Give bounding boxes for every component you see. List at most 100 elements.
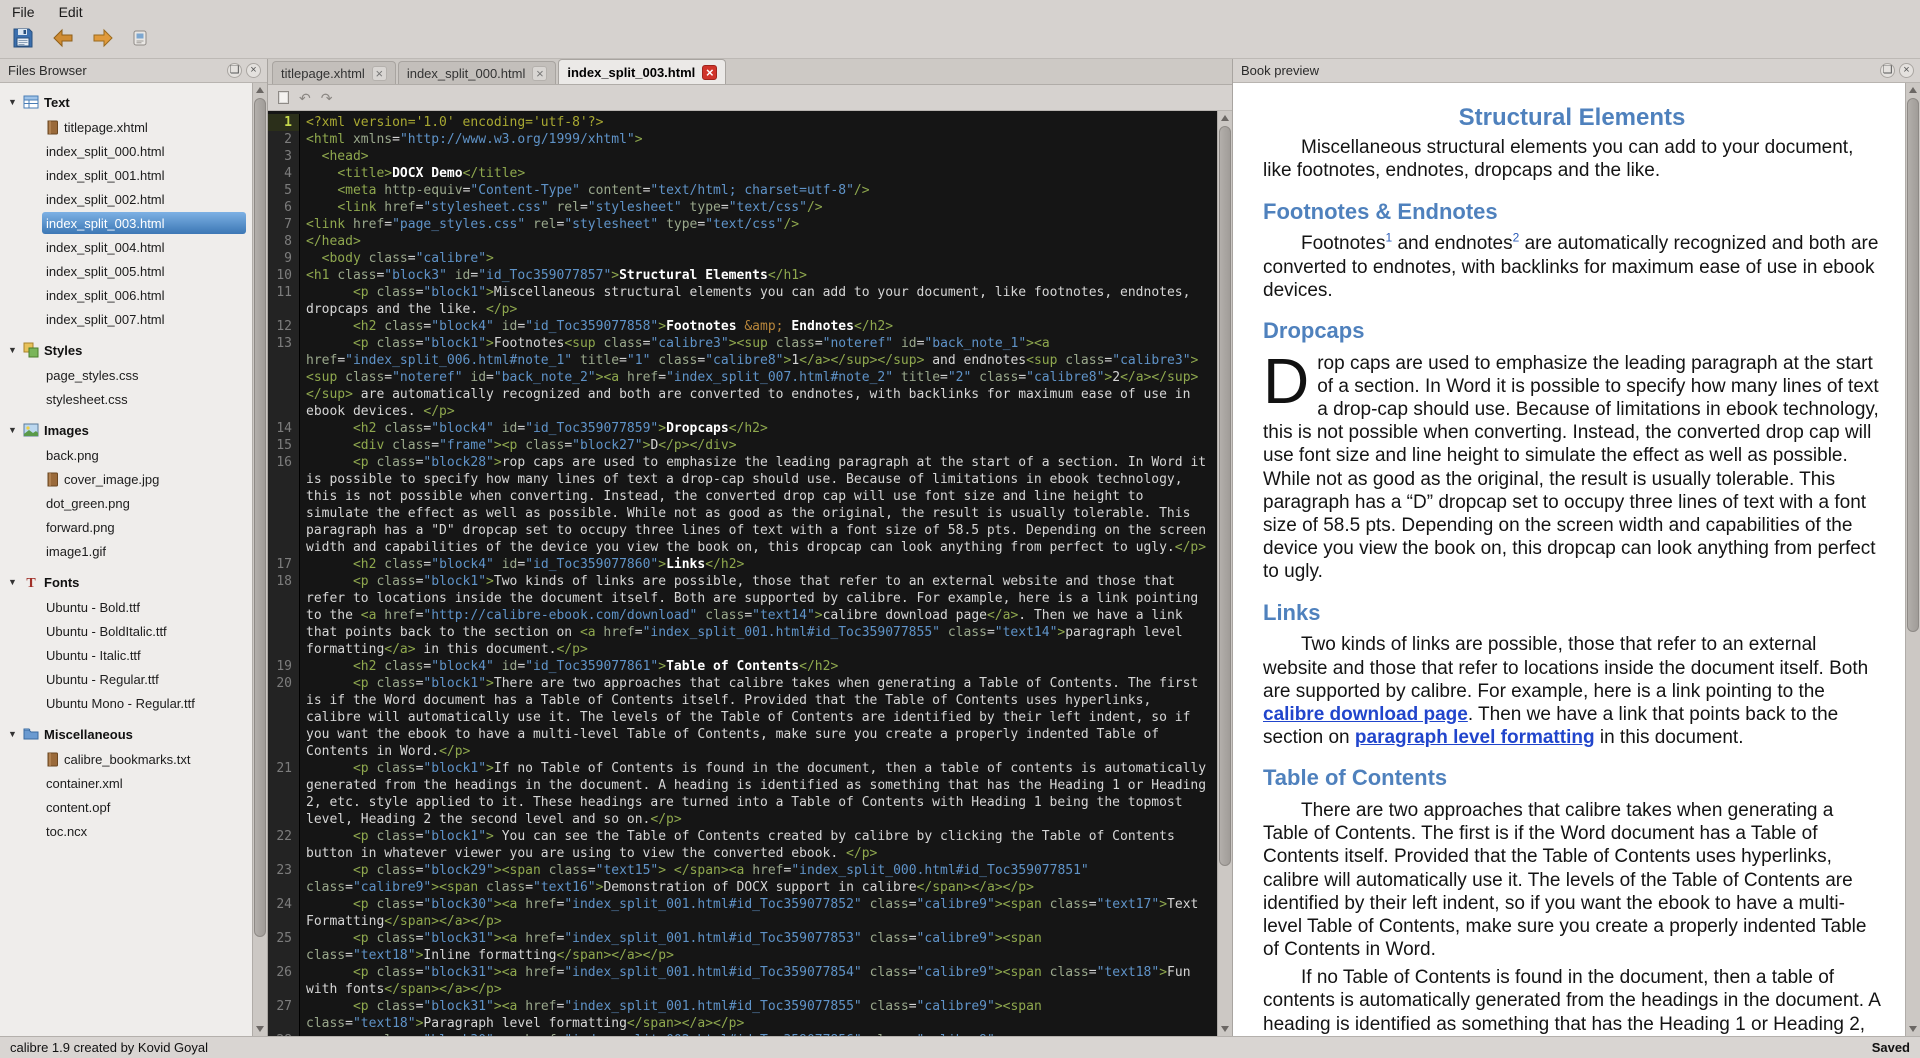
file-item-forward-png[interactable]: forward.png: [0, 515, 252, 539]
expand-arrow-icon[interactable]: ▼: [8, 97, 18, 107]
svg-text:T: T: [26, 576, 36, 590]
file-section-miscellaneous[interactable]: ▼ Miscellaneous: [0, 721, 252, 747]
line-number: 9: [268, 250, 300, 267]
file-item-index-split-006-html[interactable]: index_split_006.html: [0, 283, 252, 307]
code-line: 21 <p class="block1">If no Table of Cont…: [268, 760, 1217, 828]
images-section-icon: [23, 423, 39, 437]
file-item-index-split-003-html[interactable]: index_split_003.html: [0, 211, 252, 235]
file-item-ubuntu-bolditalic-ttf[interactable]: Ubuntu - BoldItalic.ttf: [0, 619, 252, 643]
file-item-content-opf[interactable]: content.opf: [0, 795, 252, 819]
redo-button[interactable]: [88, 24, 118, 52]
files-browser-panel: Files Browser ❏ × ▼ Text titlepage.xhtml in…: [0, 59, 268, 1036]
preview-heading-footnotes: Footnotes & Endnotes: [1263, 198, 1498, 224]
file-section-fonts[interactable]: ▼ T Fonts: [0, 569, 252, 595]
code-line: 18 <p class="block1">Two kinds of links …: [268, 573, 1217, 658]
menu-edit[interactable]: Edit: [59, 4, 83, 20]
tab-index-split-003-html[interactable]: index_split_003.html ×: [558, 59, 727, 84]
code-line: 15 <div class="frame"><p class="block27"…: [268, 437, 1217, 454]
file-item-index-split-004-html[interactable]: index_split_004.html: [0, 235, 252, 259]
editor-scrollbar[interactable]: [1217, 111, 1232, 1036]
scroll-down-icon[interactable]: [1218, 1022, 1232, 1036]
code-line: 24 <p class="block30"><a href="index_spl…: [268, 896, 1217, 930]
bookmark-icon[interactable]: [278, 91, 289, 104]
menu-file[interactable]: File: [12, 4, 35, 20]
file-item-image1-gif[interactable]: image1.gif: [0, 539, 252, 563]
file-item-stylesheet-css[interactable]: stylesheet.css: [0, 387, 252, 411]
file-item-index-split-007-html[interactable]: index_split_007.html: [0, 307, 252, 331]
calibre-edit-book-window: File Edit Files Browser ❏ × ▼ Text title…: [0, 0, 1920, 1058]
file-section-text[interactable]: ▼ Text: [0, 89, 252, 115]
file-item-ubuntu-mono-regular-ttf[interactable]: Ubuntu Mono - Regular.ttf: [0, 691, 252, 715]
expand-arrow-icon[interactable]: ▼: [8, 345, 18, 355]
redo-icon[interactable]: ↷: [321, 91, 333, 105]
file-item-index-split-005-html[interactable]: index_split_005.html: [0, 259, 252, 283]
undo-button[interactable]: [48, 24, 78, 52]
scroll-down-icon[interactable]: [253, 1022, 267, 1036]
file-item-cover-image-jpg[interactable]: cover_image.jpg: [0, 467, 252, 491]
undo-icon[interactable]: ↶: [299, 91, 311, 105]
code-line: 22 <p class="block1"> You can see the Ta…: [268, 828, 1217, 862]
tab-close-icon[interactable]: ×: [702, 64, 718, 80]
line-number: 24: [268, 896, 300, 930]
scroll-up-icon[interactable]: [1218, 111, 1232, 125]
line-number: 10: [268, 267, 300, 284]
scroll-thumb[interactable]: [1907, 98, 1919, 632]
file-item-ubuntu-bold-ttf[interactable]: Ubuntu - Bold.ttf: [0, 595, 252, 619]
scroll-up-icon[interactable]: [1906, 83, 1920, 97]
expand-arrow-icon[interactable]: ▼: [8, 425, 18, 435]
line-number: 25: [268, 930, 300, 964]
panel-float-icon[interactable]: ❏: [1880, 63, 1895, 78]
line-number: 3: [268, 148, 300, 165]
file-item-index-split-002-html[interactable]: index_split_002.html: [0, 187, 252, 211]
files-scrollbar[interactable]: [252, 83, 267, 1036]
donate-button[interactable]: [128, 24, 152, 52]
file-item-back-png[interactable]: back.png: [0, 443, 252, 467]
tab-titlepage-xhtml[interactable]: titlepage.xhtml ×: [272, 61, 396, 84]
panel-close-icon[interactable]: ×: [1899, 63, 1914, 78]
file-section-styles[interactable]: ▼ Styles: [0, 337, 252, 363]
link-calibre-download[interactable]: calibre download page: [1263, 704, 1468, 725]
scroll-thumb[interactable]: [1219, 126, 1231, 866]
file-item-dot-green-png[interactable]: dot_green.png: [0, 491, 252, 515]
book-file-icon: [47, 752, 58, 766]
preview-scrollbar[interactable]: [1905, 83, 1920, 1036]
tab-close-icon[interactable]: ×: [532, 65, 548, 81]
file-item-index-split-001-html[interactable]: index_split_001.html: [0, 163, 252, 187]
expand-arrow-icon[interactable]: ▼: [8, 577, 18, 587]
file-item-calibre-bookmarks-txt[interactable]: calibre_bookmarks.txt: [0, 747, 252, 771]
file-item-ubuntu-regular-ttf[interactable]: Ubuntu - Regular.ttf: [0, 667, 252, 691]
code-line: 2 <html xmlns="http://www.w3.org/1999/xht…: [268, 131, 1217, 148]
line-number: 26: [268, 964, 300, 998]
scroll-down-icon[interactable]: [1906, 1022, 1920, 1036]
save-icon: [13, 28, 33, 48]
file-item-page-styles-css[interactable]: page_styles.css: [0, 363, 252, 387]
expand-arrow-icon[interactable]: ▼: [8, 729, 18, 739]
file-item-titlepage-xhtml[interactable]: titlepage.xhtml: [0, 115, 252, 139]
scroll-up-icon[interactable]: [253, 83, 267, 97]
book-preview-panel: Book preview ❏ × Structural Elements Mis…: [1232, 59, 1920, 1036]
status-version-text: calibre 1.9 created by Kovid Goyal: [10, 1040, 208, 1055]
line-number: 23: [268, 862, 300, 896]
preview-toc-para-2: If no Table of Contents is found in the …: [1263, 967, 1880, 1035]
save-button[interactable]: [8, 24, 38, 52]
tab-close-icon[interactable]: ×: [371, 65, 387, 81]
code-editor[interactable]: 1 <?xml version='1.0' encoding='utf-8'?> 2…: [268, 111, 1217, 1036]
line-number: 12: [268, 318, 300, 335]
panel-close-icon[interactable]: ×: [246, 63, 261, 78]
preview-intro-para: Miscellaneous structural elements you ca…: [1263, 137, 1854, 182]
line-number: 14: [268, 420, 300, 437]
line-number: 20: [268, 675, 300, 760]
file-item-ubuntu-italic-ttf[interactable]: Ubuntu - Italic.ttf: [0, 643, 252, 667]
file-section-images[interactable]: ▼ Images: [0, 417, 252, 443]
file-item-index-split-000-html[interactable]: index_split_000.html: [0, 139, 252, 163]
line-number: 21: [268, 760, 300, 828]
file-item-toc-ncx[interactable]: toc.ncx: [0, 819, 252, 843]
scroll-thumb[interactable]: [254, 98, 266, 937]
code-line: 14 <h2 class="block4" id="id_Toc35907785…: [268, 420, 1217, 437]
panel-float-icon[interactable]: ❏: [227, 63, 242, 78]
tab-index-split-000-html[interactable]: index_split_000.html ×: [397, 61, 557, 84]
code-line: 4 <title>DOCX Demo</title>: [268, 165, 1217, 182]
link-paragraph-formatting[interactable]: paragraph level formatting: [1355, 727, 1595, 748]
file-item-container-xml[interactable]: container.xml: [0, 771, 252, 795]
preview-heading-links: Links: [1263, 599, 1321, 625]
